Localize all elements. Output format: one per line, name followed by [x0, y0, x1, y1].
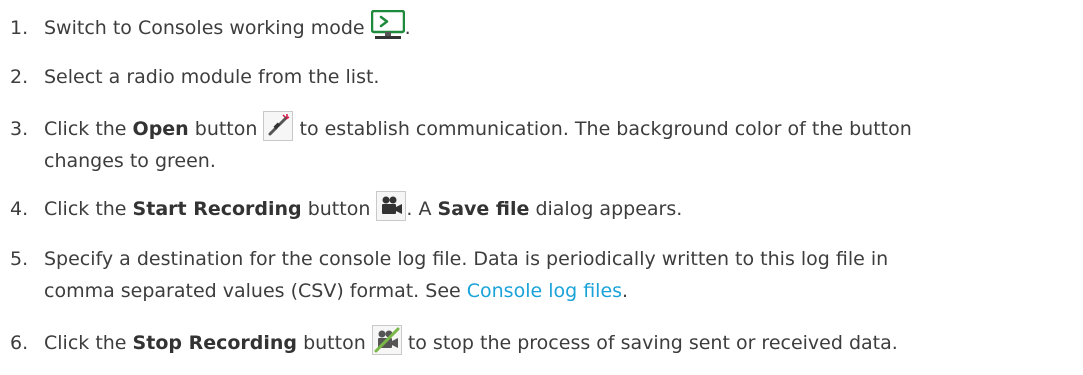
step-text-end: to stop the process of saving sent or re…	[401, 332, 898, 354]
step-number: 3.	[10, 118, 29, 140]
button-name-stop-recording: Stop Recording	[132, 332, 298, 354]
step-2: 2. Select a radio module from the list.	[10, 61, 1080, 93]
step-text: Select a radio module from the list.	[44, 66, 380, 88]
step-text-end: .	[404, 17, 411, 39]
step-text: button	[188, 118, 264, 140]
step-text: Click the	[44, 332, 133, 354]
step-number: 5.	[10, 248, 29, 270]
step-5: 5. Specify a destination for the console …	[10, 243, 1080, 307]
step-number: 4.	[10, 198, 29, 220]
step-text: button	[297, 332, 372, 354]
console-monitor-icon	[370, 9, 405, 40]
button-name-start-recording: Start Recording	[132, 198, 302, 220]
step-3: 3. Click the Open button to establish com…	[10, 110, 1080, 177]
step-number: 6.	[10, 332, 29, 354]
step-number: 1.	[10, 17, 29, 39]
plug-connect-icon	[263, 110, 294, 141]
step-text: Click the	[44, 198, 133, 220]
step-text: Click the	[44, 118, 133, 140]
video-camera-icon	[376, 190, 407, 221]
step-text: button	[301, 198, 377, 220]
step-text-end: to establish communication. The backgrou…	[293, 118, 912, 140]
step-text-end: dialog appears.	[529, 198, 683, 220]
step-text: comma separated values (CSV) format. See	[44, 280, 467, 302]
step-continuation: changes to green.	[44, 150, 216, 172]
dialog-name-save-file: Save file	[437, 198, 530, 220]
step-text-end: .	[622, 280, 629, 302]
step-continuation: comma separated values (CSV) format. See…	[10, 275, 1080, 307]
step-text: Specify a destination for the console lo…	[44, 248, 889, 270]
instructions-document: 1. Switch to Consoles working mode . 2. Se…	[0, 0, 1083, 375]
step-text: . A	[406, 198, 438, 220]
step-4: 4. Click the Start Recording button . A S…	[10, 190, 1080, 225]
step-6: 6. Click the Stop Recording button to sto…	[10, 324, 1080, 359]
camera-off-icon	[371, 324, 402, 355]
console-log-files-link[interactable]: Console log files	[467, 280, 622, 302]
step-1: 1. Switch to Consoles working mode .	[10, 9, 1080, 44]
step-number: 2.	[10, 66, 29, 88]
step-text: Switch to Consoles working mode	[44, 17, 365, 39]
button-name-open: Open	[132, 118, 189, 140]
